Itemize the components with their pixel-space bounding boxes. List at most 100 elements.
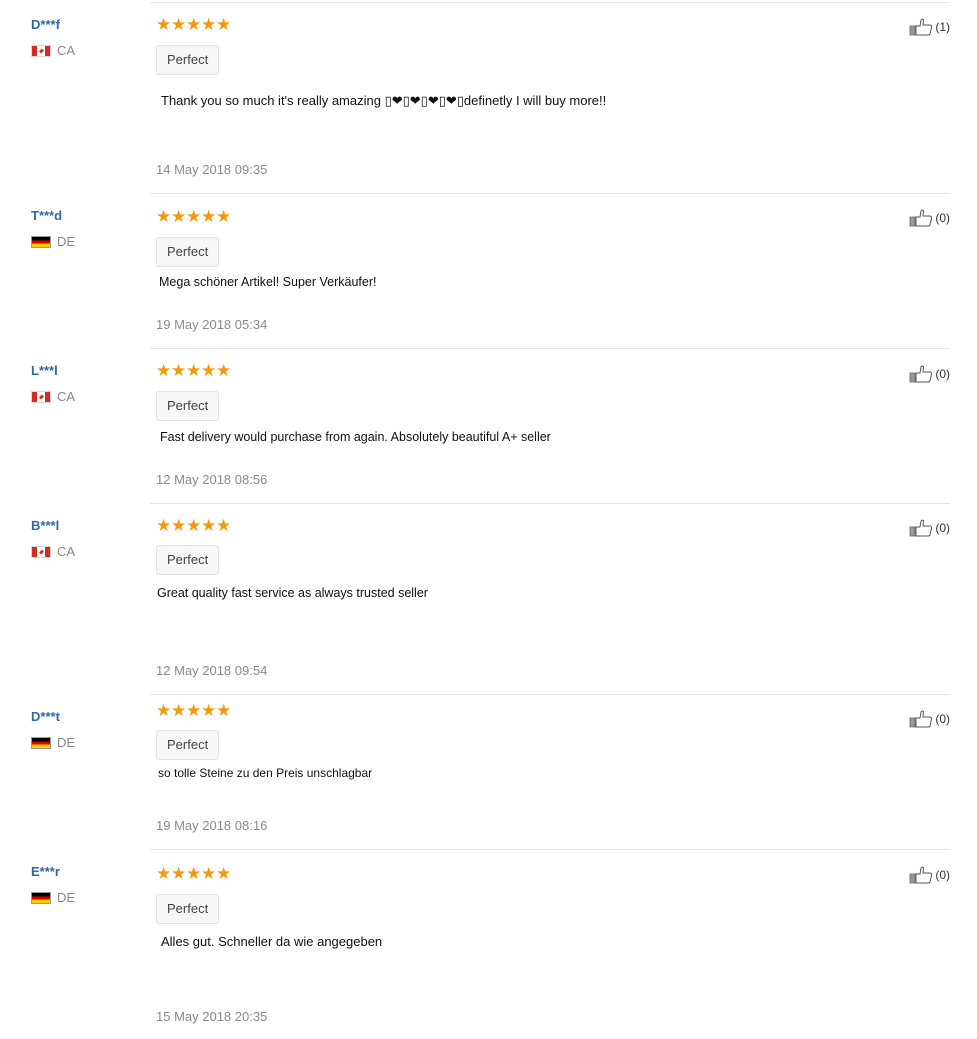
thumbs-up-icon: [909, 519, 933, 537]
star-rating: ★★★★★: [156, 702, 231, 719]
helpful-button[interactable]: (0): [909, 866, 950, 884]
review-item: D***f CA ★★★★★ Perfect Thank you so much…: [28, 0, 952, 192]
thumbs-up-icon: [909, 365, 933, 383]
star-icon: ★: [156, 361, 172, 380]
review-tag: Perfect: [156, 545, 220, 575]
review-date: 19 May 2018 05:34: [156, 317, 268, 332]
helpful-count: (0): [935, 367, 950, 381]
thumbs-up-icon: [909, 710, 933, 728]
canada-flag-icon: [31, 44, 51, 57]
star-icon: ★: [186, 361, 202, 380]
star-icon: ★: [201, 701, 217, 720]
review-item: E***r DE ★★★★★ Perfect Alles gut. Schnel…: [28, 849, 952, 1039]
reviewer-name: E***r: [31, 864, 60, 879]
reviewer-country: CA: [31, 389, 75, 404]
star-icon: ★: [156, 701, 172, 720]
star-icon: ★: [201, 207, 217, 226]
country-code: DE: [57, 890, 76, 905]
review-item: L***l CA ★★★★★ Perfect Fast delivery wou…: [28, 348, 952, 503]
star-icon: ★: [201, 15, 217, 34]
star-rating: ★★★★★: [156, 208, 231, 225]
star-icon: ★: [171, 516, 187, 535]
star-icon: ★: [156, 516, 172, 535]
review-item: D***t DE ★★★★★ Perfect so tolle Steine z…: [28, 694, 952, 849]
star-icon: ★: [186, 701, 202, 720]
reviewer-country: CA: [31, 544, 75, 559]
helpful-count: (0): [935, 211, 950, 225]
reviewer-name: L***l: [31, 363, 58, 378]
star-icon: ★: [201, 361, 217, 380]
star-rating: ★★★★★: [156, 517, 231, 534]
review-tag: Perfect: [156, 730, 220, 760]
reviewer-country: CA: [31, 43, 75, 58]
star-icon: ★: [216, 516, 232, 535]
review-comment: Thank you so much it's really amazing ▯❤…: [161, 93, 607, 108]
helpful-count: (0): [935, 521, 950, 535]
star-icon: ★: [216, 701, 232, 720]
star-icon: ★: [216, 15, 232, 34]
helpful-count: (0): [935, 868, 950, 882]
review-comment: Alles gut. Schneller da wie angegeben: [161, 934, 383, 949]
country-code: CA: [57, 544, 76, 559]
star-icon: ★: [156, 864, 172, 883]
thumbs-up-icon: [909, 866, 933, 884]
helpful-count: (0): [935, 712, 950, 726]
star-icon: ★: [216, 207, 232, 226]
star-icon: ★: [201, 516, 217, 535]
star-rating: ★★★★★: [156, 865, 231, 882]
reviewer-country: DE: [31, 890, 75, 905]
star-icon: ★: [171, 864, 187, 883]
review-item: T***d DE ★★★★★ Perfect Mega schöner Arti…: [28, 193, 952, 348]
review-item: B***l CA ★★★★★ Perfect Great quality fas…: [28, 503, 952, 694]
star-icon: ★: [186, 207, 202, 226]
helpful-button[interactable]: (0): [909, 710, 950, 728]
star-icon: ★: [171, 207, 187, 226]
star-icon: ★: [171, 361, 187, 380]
helpful-button[interactable]: (0): [909, 209, 950, 227]
star-icon: ★: [171, 701, 187, 720]
thumbs-up-icon: [909, 18, 933, 36]
reviewer-name: D***t: [31, 709, 60, 724]
germany-flag-icon: [31, 736, 51, 749]
review-date: 14 May 2018 09:35: [156, 162, 268, 177]
review-comment: Fast delivery would purchase from again.…: [160, 430, 551, 444]
star-icon: ★: [186, 15, 202, 34]
review-comment: so tolle Steine zu den Preis unschlagbar: [158, 766, 373, 780]
review-tag: Perfect: [156, 45, 220, 75]
country-code: DE: [57, 234, 76, 249]
star-icon: ★: [186, 516, 202, 535]
germany-flag-icon: [31, 235, 51, 248]
reviewer-name: D***f: [31, 17, 60, 32]
reviewer-country: DE: [31, 735, 75, 750]
helpful-count: (1): [935, 20, 950, 34]
review-date: 19 May 2018 08:16: [156, 818, 268, 833]
germany-flag-icon: [31, 891, 51, 904]
review-comment: Great quality fast service as always tru…: [157, 586, 428, 600]
reviewer-name: T***d: [31, 208, 63, 223]
review-tag: Perfect: [156, 391, 220, 421]
reviewer-name: B***l: [31, 518, 60, 533]
review-comment: Mega schöner Artikel! Super Verkäufer!: [159, 275, 377, 289]
helpful-button[interactable]: (1): [909, 18, 950, 36]
canada-flag-icon: [31, 390, 51, 403]
star-icon: ★: [156, 15, 172, 34]
star-rating: ★★★★★: [156, 362, 231, 379]
review-tag: Perfect: [156, 894, 220, 924]
canada-flag-icon: [31, 545, 51, 558]
country-code: DE: [57, 735, 76, 750]
country-code: CA: [57, 389, 76, 404]
helpful-button[interactable]: (0): [909, 365, 950, 383]
review-date: 12 May 2018 08:56: [156, 472, 268, 487]
star-icon: ★: [216, 361, 232, 380]
review-date: 12 May 2018 09:54: [156, 663, 268, 678]
reviewer-country: DE: [31, 234, 75, 249]
review-tag: Perfect: [156, 237, 220, 267]
helpful-button[interactable]: (0): [909, 519, 950, 537]
star-icon: ★: [156, 207, 172, 226]
star-icon: ★: [171, 15, 187, 34]
star-icon: ★: [201, 864, 217, 883]
star-icon: ★: [186, 864, 202, 883]
thumbs-up-icon: [909, 209, 933, 227]
review-date: 15 May 2018 20:35: [156, 1009, 268, 1024]
country-code: CA: [57, 43, 76, 58]
